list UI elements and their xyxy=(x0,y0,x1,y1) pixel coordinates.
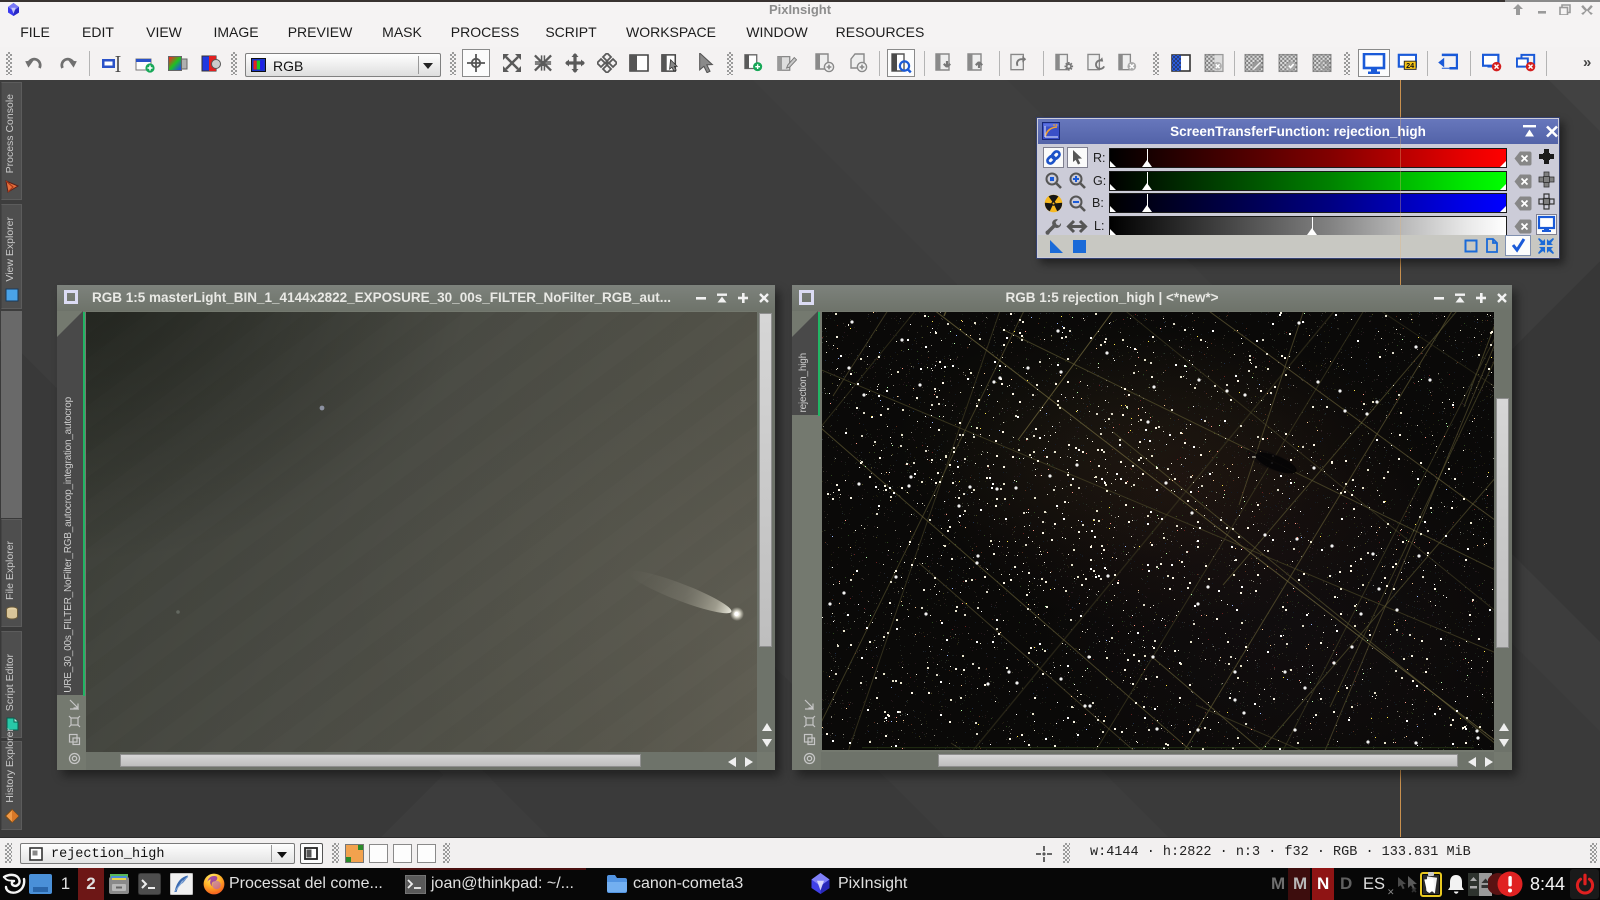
svg-text:24: 24 xyxy=(1406,61,1414,70)
